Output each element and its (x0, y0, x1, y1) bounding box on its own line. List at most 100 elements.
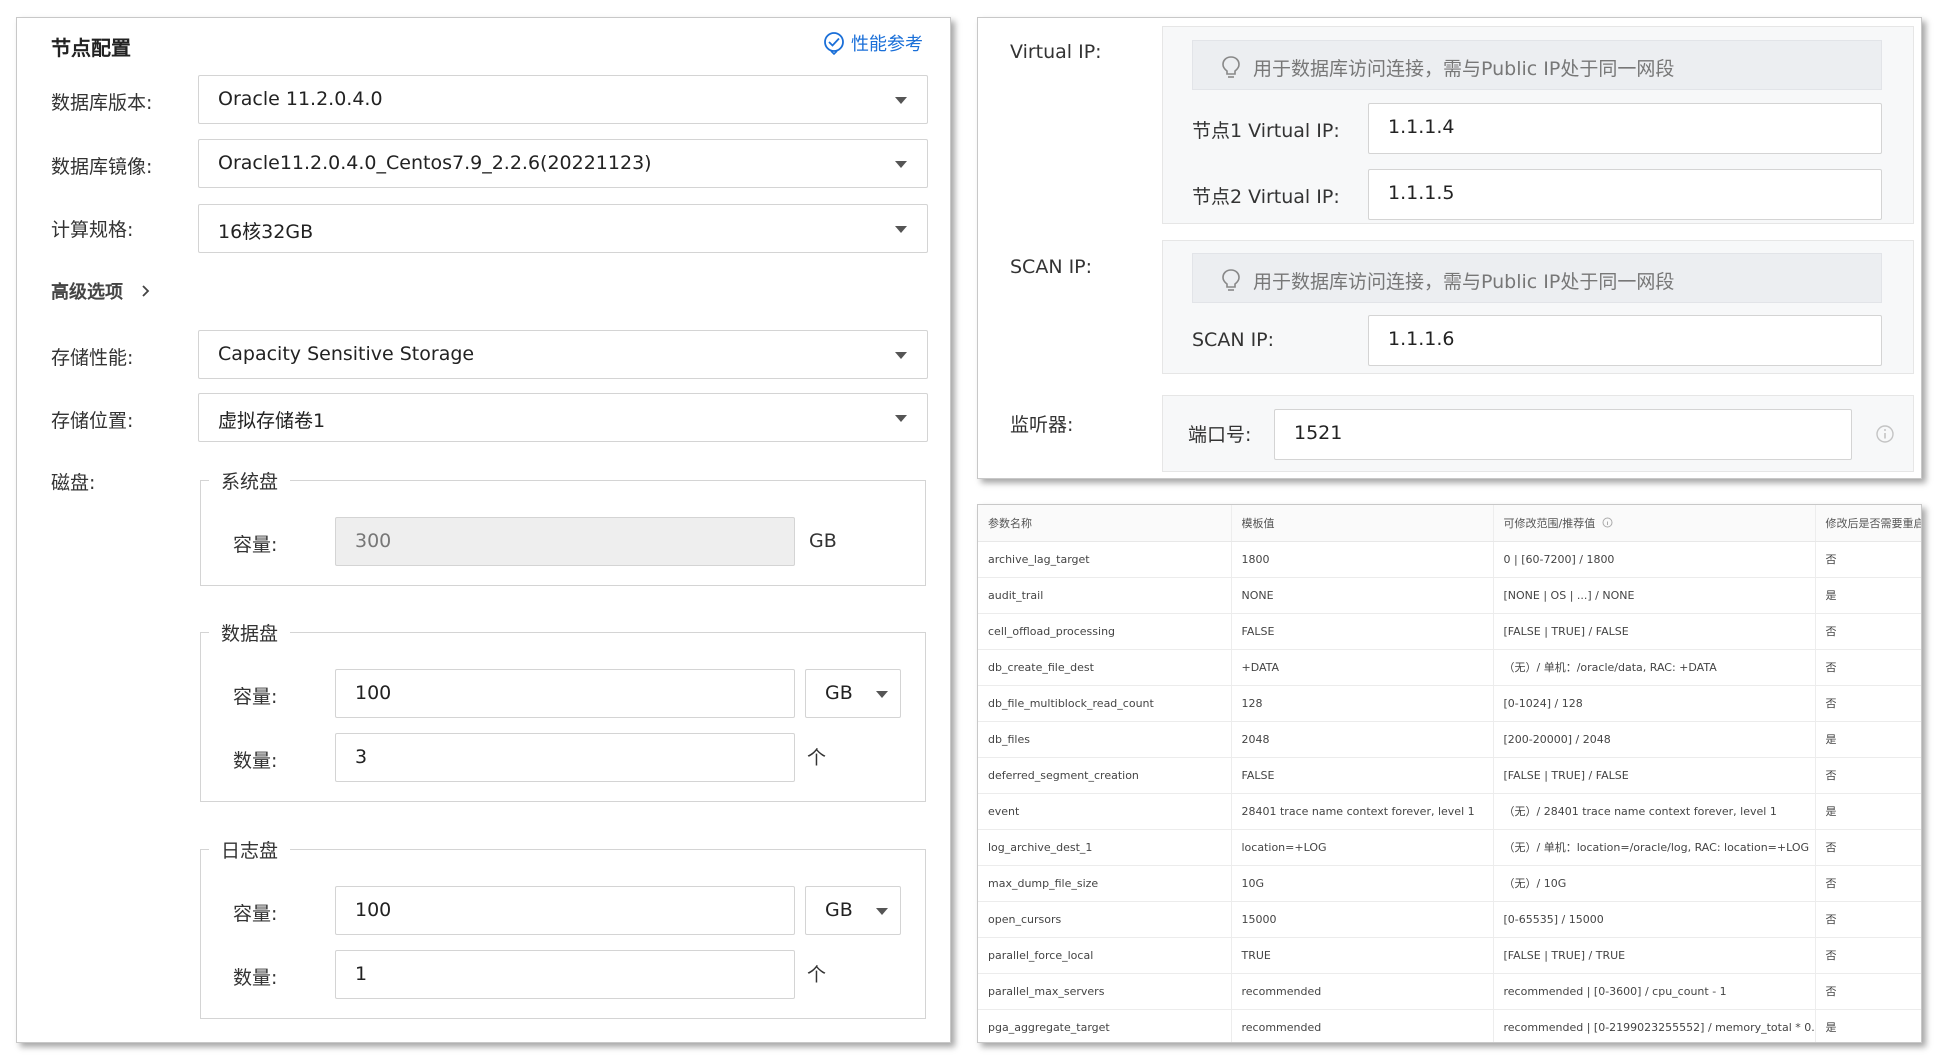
table-row: db_files 2048 [200-20000] / 2048 是 (978, 721, 1921, 758)
table-row: archive_lag_target 1800 0 | [60-7200] / 18… (978, 541, 1921, 578)
params-table-panel: 参数名称 模板值 可修改范围/推荐值 修改后是否需要重启 archive_lag… (977, 504, 1922, 1043)
compute-spec-select[interactable]: 16核32GB (198, 204, 928, 253)
template-value-cell: recommended (1231, 973, 1494, 1010)
restart-cell: 是 (1815, 1009, 1921, 1042)
range-cell: recommended | [0-3600] / cpu_count - 1 (1493, 973, 1816, 1010)
port-input[interactable]: 1521 (1274, 409, 1852, 460)
disk-label: 磁盘: (51, 472, 96, 494)
log-disk-unit-select[interactable]: GB (805, 886, 901, 935)
data-disk-capacity-input[interactable]: 100 (335, 669, 795, 718)
range-cell: [200-20000] / 2048 (1493, 721, 1816, 758)
restart-cell: 是 (1815, 721, 1921, 758)
range-cell: （无）/ 单机：location=/oracle/log, RAC: locat… (1493, 829, 1816, 866)
param-name-cell: log_archive_dest_1 (978, 829, 1232, 866)
restart-cell: 否 (1815, 937, 1921, 974)
data-disk-count-unit: 个 (807, 747, 827, 769)
chevron-down-icon (895, 226, 907, 233)
data-disk-legend: 数据盘 (209, 619, 291, 646)
param-name-cell: audit_trail (978, 577, 1232, 614)
log-disk-count-input[interactable]: 1 (335, 950, 795, 999)
vip-group: 用于数据库访问连接，需与Public IP处于同一网段 节点1 Virtual … (1162, 26, 1914, 224)
scan-ip-inner-label: SCAN IP: (1192, 329, 1275, 351)
log-disk-capacity-value: 100 (355, 899, 392, 921)
template-value-cell: +DATA (1231, 649, 1494, 686)
storage-perf-value: Capacity Sensitive Storage (218, 343, 475, 365)
params-table: 参数名称 模板值 可修改范围/推荐值 修改后是否需要重启 archive_lag… (978, 505, 1921, 1042)
scan-ip-hint-text: 用于数据库访问连接，需与Public IP处于同一网段 (1253, 271, 1675, 293)
table-row: log_archive_dest_1 location=+LOG （无）/ 单机：l… (978, 829, 1921, 866)
log-disk-count-value: 1 (355, 963, 368, 985)
table-row: event 28401 trace name context forever, l… (978, 793, 1921, 830)
storage-perf-select[interactable]: Capacity Sensitive Storage (198, 330, 928, 379)
info-icon[interactable] (1602, 517, 1613, 528)
node2-vip-label: 节点2 Virtual IP: (1192, 186, 1340, 208)
range-cell: [0-65535] / 15000 (1493, 901, 1816, 938)
range-cell: [FALSE | TRUE] / TRUE (1493, 937, 1816, 974)
range-cell: [FALSE | TRUE] / FALSE (1493, 613, 1816, 650)
range-cell: （无）/ 10G (1493, 865, 1816, 902)
table-row: cell_offload_processing FALSE [FALSE | TRU… (978, 613, 1921, 650)
performance-icon (824, 32, 844, 55)
storage-location-select[interactable]: 虚拟存储卷1 (198, 393, 928, 442)
restart-cell: 是 (1815, 793, 1921, 830)
log-disk-capacity-label: 容量: (233, 903, 278, 925)
header-template-value: 模板值 (1231, 505, 1494, 542)
info-icon[interactable] (1875, 424, 1895, 444)
data-disk-group: 数据盘 容量: 100 GB 数量: 3 个 (200, 619, 926, 802)
port-label: 端口号: (1188, 424, 1252, 446)
system-disk-group: 系统盘 容量: 300 GB (200, 467, 926, 586)
log-disk-unit-value: GB (825, 899, 853, 921)
node2-vip-input[interactable]: 1.1.1.5 (1368, 169, 1882, 220)
scan-ip-group: 用于数据库访问连接，需与Public IP处于同一网段 SCAN IP: 1.1… (1162, 240, 1914, 374)
table-row: open_cursors 15000 [0-65535] / 15000 否 (978, 901, 1921, 938)
scan-ip-input[interactable]: 1.1.1.6 (1368, 315, 1882, 366)
range-cell: 0 | [60-7200] / 1800 (1493, 541, 1816, 578)
restart-cell: 否 (1815, 901, 1921, 938)
table-row: audit_trail NONE [NONE | OS | ...] / NONE 是 (978, 577, 1921, 614)
scan-ip-label: SCAN IP: (1010, 256, 1093, 278)
table-header-row: 参数名称 模板值 可修改范围/推荐值 修改后是否需要重启 (978, 505, 1921, 542)
data-disk-capacity-value: 100 (355, 682, 392, 704)
header-restart: 修改后是否需要重启 (1815, 505, 1921, 542)
template-value-cell: 2048 (1231, 721, 1494, 758)
header-param-name: 参数名称 (978, 505, 1232, 542)
range-cell: [FALSE | TRUE] / FALSE (1493, 757, 1816, 794)
data-disk-unit-select[interactable]: GB (805, 669, 901, 718)
data-disk-count-input[interactable]: 3 (335, 733, 795, 782)
advanced-options-toggle[interactable]: 高级选项 (51, 278, 153, 304)
range-cell: （无）/ 单机：/oracle/data, RAC: +DATA (1493, 649, 1816, 686)
table-row: parallel_force_local TRUE [FALSE | TRUE] /… (978, 937, 1921, 974)
template-value-cell: FALSE (1231, 613, 1494, 650)
node1-vip-input[interactable]: 1.1.1.4 (1368, 103, 1882, 154)
perf-reference-link[interactable]: 性能参考 (823, 30, 923, 56)
advanced-options-label: 高级选项 (51, 282, 123, 303)
param-name-cell: open_cursors (978, 901, 1232, 938)
template-value-cell: FALSE (1231, 757, 1494, 794)
system-disk-capacity-input[interactable]: 300 (335, 517, 795, 566)
node1-vip-value: 1.1.1.4 (1388, 116, 1455, 138)
system-disk-capacity-value: 300 (355, 530, 392, 552)
log-disk-count-label: 数量: (233, 967, 278, 989)
template-value-cell: recommended (1231, 1009, 1494, 1042)
param-name-cell: max_dump_file_size (978, 865, 1232, 902)
storage-location-label: 存储位置: (51, 410, 134, 432)
restart-cell: 否 (1815, 613, 1921, 650)
data-disk-unit-value: GB (825, 682, 853, 704)
db-version-select[interactable]: Oracle 11.2.0.4.0 (198, 75, 928, 124)
node-config-panel: 节点配置 性能参考 数据库版本: Oracle 11.2.0.4.0 数据库镜像… (16, 17, 951, 1043)
network-config-panel: Virtual IP: 用于数据库访问连接，需与Public IP处于同一网段 … (977, 17, 1922, 479)
db-image-select[interactable]: Oracle11.2.0.4.0_Centos7.9_2.2.6(2022112… (198, 139, 928, 188)
param-name-cell: parallel_max_servers (978, 973, 1232, 1010)
log-disk-capacity-input[interactable]: 100 (335, 886, 795, 935)
panel-title: 节点配置 (51, 36, 131, 60)
system-disk-legend: 系统盘 (209, 467, 291, 494)
restart-cell: 否 (1815, 865, 1921, 902)
range-cell: [NONE | OS | ...] / NONE (1493, 577, 1816, 614)
template-value-cell: location=+LOG (1231, 829, 1494, 866)
system-disk-capacity-label: 容量: (233, 534, 278, 556)
listener-group: 端口号: 1521 (1162, 395, 1914, 472)
chevron-down-icon (876, 691, 888, 698)
template-value-cell: NONE (1231, 577, 1494, 614)
range-cell: recommended | [0-2199023255552] / memory… (1493, 1009, 1816, 1042)
header-range: 可修改范围/推荐值 (1493, 505, 1816, 542)
